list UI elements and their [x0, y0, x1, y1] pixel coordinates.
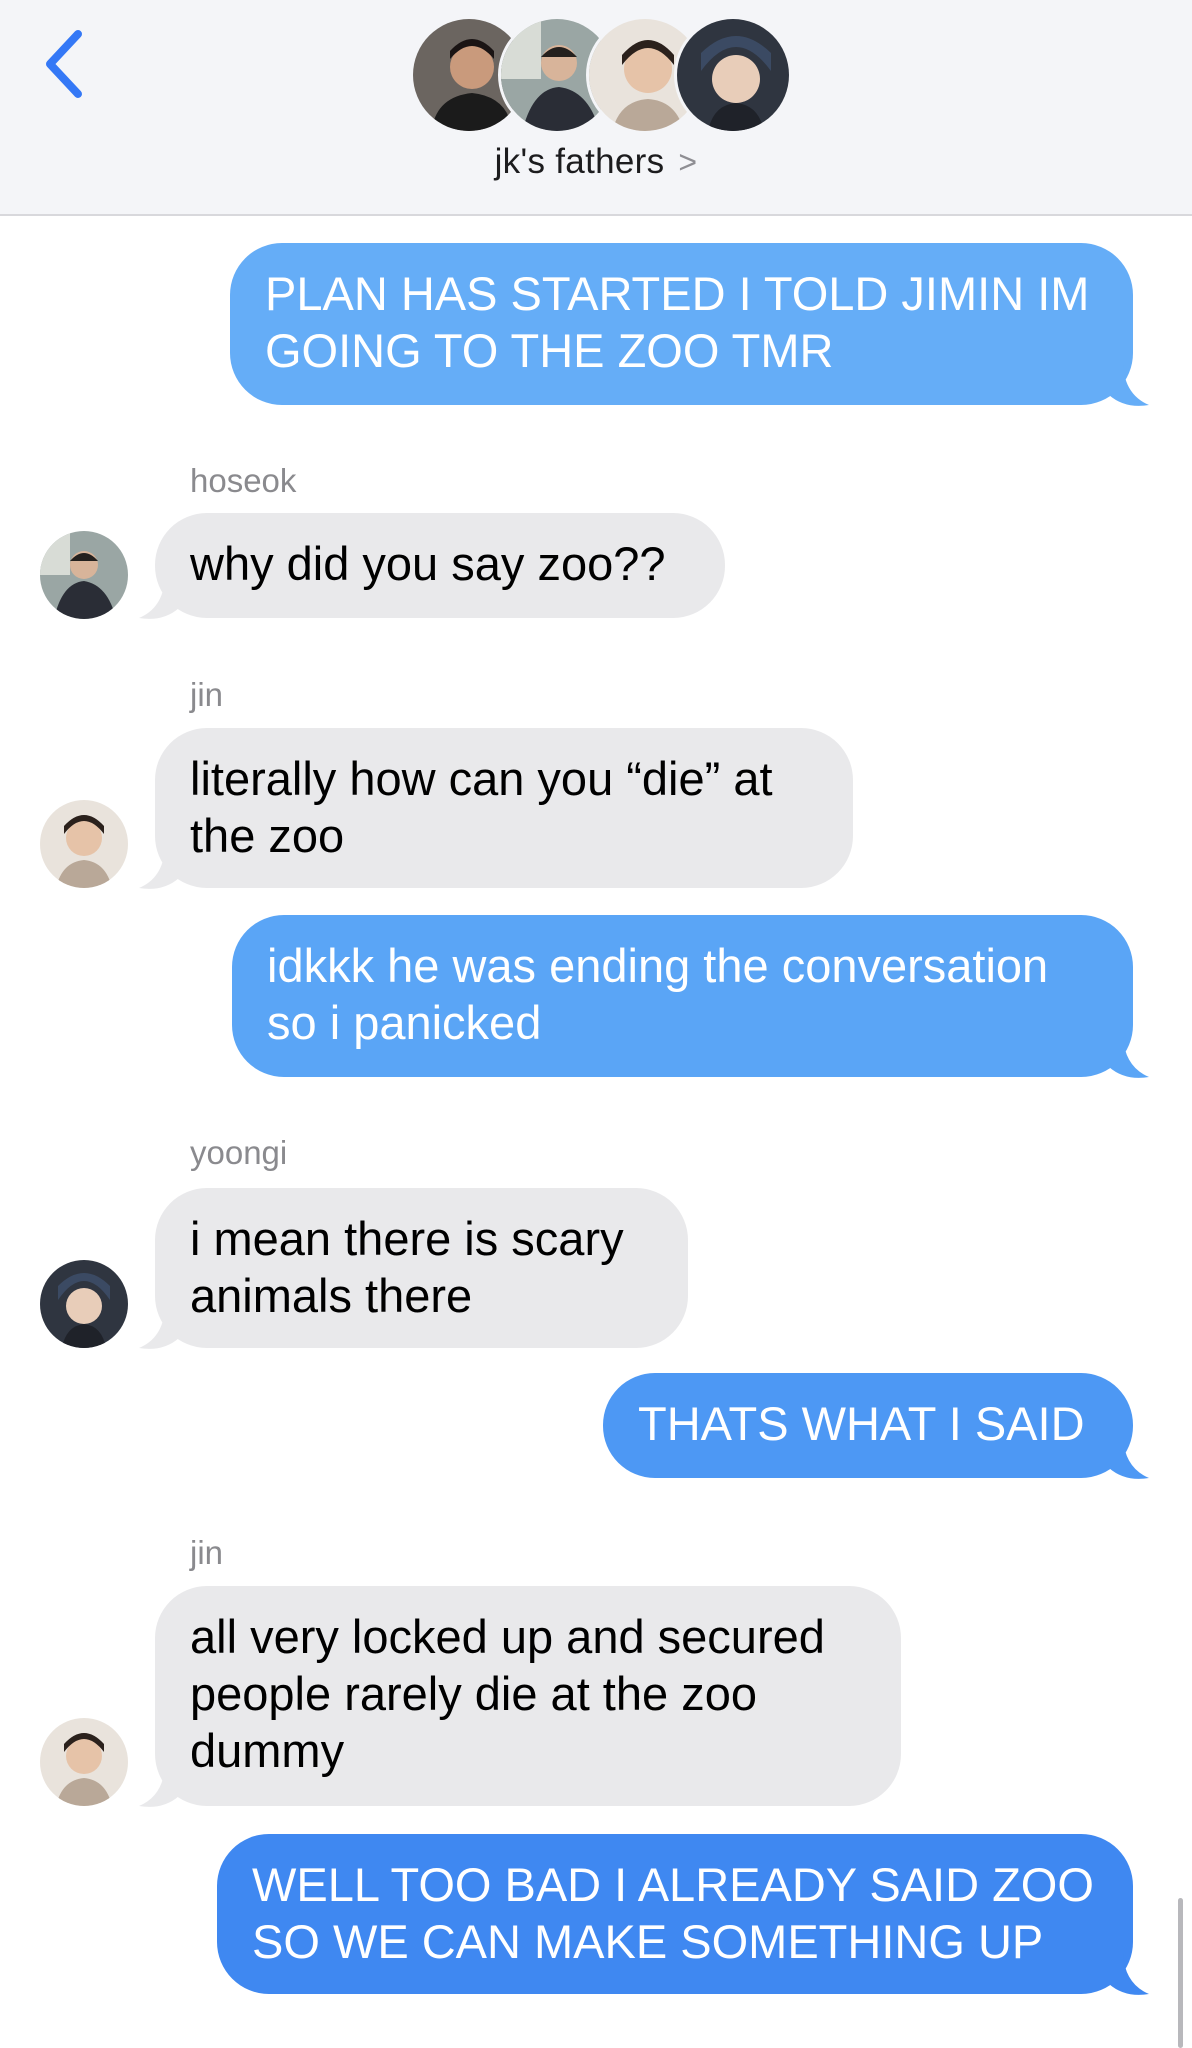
- incoming-message-bubble[interactable]: i mean there is scary animals there: [139, 1188, 688, 1349]
- message-text: PLAN HAS STARTED I TOLD JIMIN IM GOING T…: [265, 267, 1090, 377]
- outgoing-message-bubble[interactable]: idkkk he was ending the conversation so …: [232, 915, 1149, 1078]
- message-text: all very locked up and secured people ra…: [190, 1610, 825, 1777]
- avatar[interactable]: [40, 800, 128, 888]
- outgoing-message-bubble[interactable]: THATS WHAT I SAID: [603, 1373, 1149, 1479]
- outgoing-message-bubble[interactable]: PLAN HAS STARTED I TOLD JIMIN IM GOING T…: [230, 243, 1149, 406]
- message-text: idkkk he was ending the conversation so …: [267, 939, 1049, 1049]
- group-avatar-stack[interactable]: [410, 16, 792, 134]
- sender-name: jin: [190, 676, 224, 713]
- sender-name: hoseok: [190, 462, 297, 499]
- chevron-right-icon: >: [678, 144, 698, 180]
- group-name-button[interactable]: jk's fathers >: [0, 142, 1192, 182]
- imessage-thread-screen: jk's fathers > PLAN HAS STARTED I TOLD JI…: [0, 0, 1192, 2048]
- message-text: literally how can you “die” at the zoo: [190, 752, 773, 862]
- outgoing-message-bubble[interactable]: WELL TOO BAD I ALREADY SAID ZOO SO WE CA…: [217, 1834, 1149, 1995]
- incoming-message-bubble[interactable]: all very locked up and secured people ra…: [139, 1586, 901, 1807]
- incoming-message-bubble[interactable]: literally how can you “die” at the zoo: [139, 728, 853, 889]
- group-name-label: jk's fathers: [494, 142, 665, 181]
- message-text: WELL TOO BAD I ALREADY SAID ZOO SO WE CA…: [252, 1858, 1094, 1968]
- avatar: [674, 16, 792, 134]
- back-button[interactable]: [36, 24, 96, 104]
- avatar[interactable]: [40, 1260, 128, 1348]
- message-text: i mean there is scary animals there: [190, 1212, 624, 1322]
- incoming-message-bubble[interactable]: why did you say zoo??: [139, 513, 725, 619]
- conversation-header: jk's fathers >: [0, 0, 1192, 216]
- sender-name: yoongi: [190, 1134, 288, 1171]
- message-text: THATS WHAT I SAID: [638, 1397, 1085, 1450]
- scrollbar[interactable]: [1178, 1898, 1183, 2048]
- chevron-left-icon: [46, 30, 82, 98]
- avatar[interactable]: [40, 1718, 128, 1806]
- sender-name: jin: [190, 1534, 224, 1571]
- avatar[interactable]: [40, 531, 128, 619]
- message-text: why did you say zoo??: [190, 537, 666, 590]
